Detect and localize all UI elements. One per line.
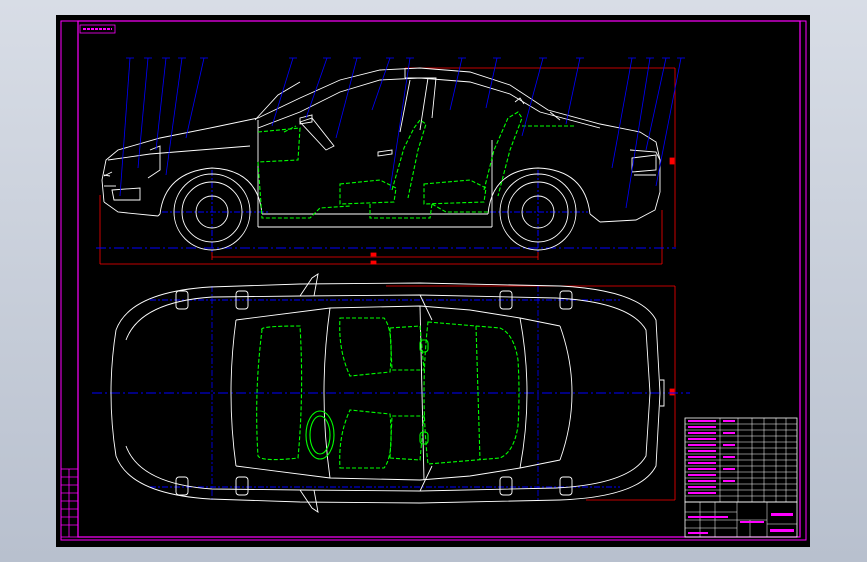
cad-drawing-canvas[interactable]	[0, 0, 867, 562]
drawing-sheet	[56, 15, 810, 547]
